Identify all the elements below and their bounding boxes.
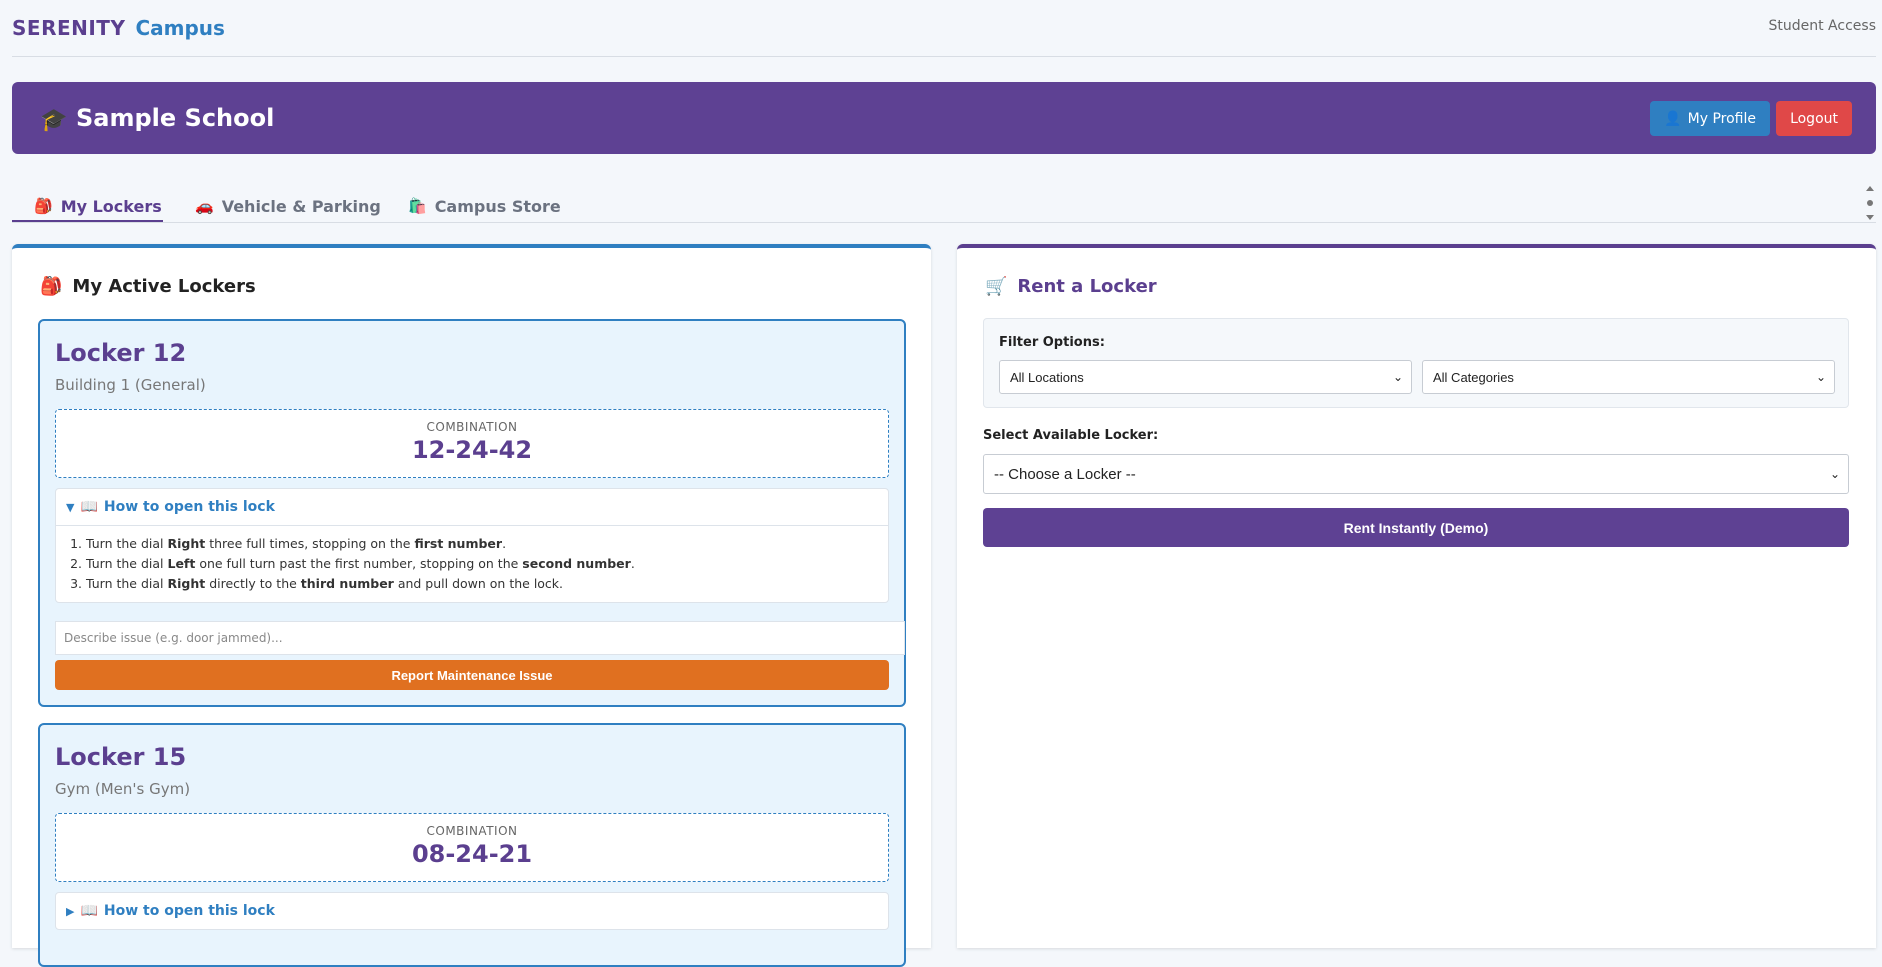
how-to-open-toggle[interactable]: ▶ 📖 How to open this lock bbox=[56, 893, 888, 929]
instruction-step: Turn the dial Left one full turn past th… bbox=[86, 554, 878, 574]
instruction-step: Turn the dial Right three full times, st… bbox=[86, 534, 878, 554]
how-to-open-details: ▶ 📖 How to open this lock bbox=[55, 892, 889, 930]
location-filter-value: All Locations bbox=[1010, 369, 1084, 385]
student-access-label: Student Access bbox=[1768, 18, 1877, 34]
locker-location: Gym (Men's Gym) bbox=[55, 780, 191, 798]
active-lockers-panel: 🎒 My Active Lockers Locker 12 Building 1… bbox=[12, 244, 931, 967]
my-profile-button[interactable]: 👤 My Profile bbox=[1650, 101, 1770, 136]
locker-location: Building 1 (General) bbox=[55, 376, 206, 394]
rent-instantly-button[interactable]: Rent Instantly (Demo) bbox=[983, 508, 1849, 547]
how-to-open-toggle[interactable]: ▼ 📖 How to open this lock bbox=[56, 489, 888, 525]
combination-box: COMBINATION 08-24-21 bbox=[55, 813, 889, 882]
combination-label: COMBINATION bbox=[426, 824, 518, 838]
tab-scroll-icon[interactable] bbox=[1864, 184, 1876, 222]
tab-my-lockers[interactable]: 🎒 My Lockers bbox=[34, 192, 162, 220]
tab-label: Vehicle & Parking bbox=[221, 196, 381, 216]
my-profile-label: My Profile bbox=[1687, 110, 1756, 127]
combination-value: 08-24-21 bbox=[411, 840, 533, 868]
rent-locker-panel: 🛒 Rent a Locker Filter Options: All Loca… bbox=[957, 244, 1876, 948]
chevron-down-icon: ⌄ bbox=[1815, 370, 1826, 384]
brand-subname: Campus bbox=[135, 16, 225, 40]
instruction-list: Turn the dial Right three full times, st… bbox=[56, 525, 888, 602]
issue-description-input[interactable] bbox=[55, 621, 905, 655]
shopping-bag-icon: 🛍️ bbox=[408, 197, 427, 215]
how-to-open-label: How to open this lock bbox=[103, 499, 275, 515]
chevron-right-icon: ▶ bbox=[66, 904, 75, 918]
available-locker-value: -- Choose a Locker -- bbox=[994, 465, 1136, 483]
backpack-icon: 🎒 bbox=[34, 197, 53, 215]
available-locker-select[interactable]: -- Choose a Locker -- ⌄ bbox=[983, 454, 1849, 494]
combination-box: COMBINATION 12-24-42 bbox=[55, 409, 889, 478]
filter-options-label: Filter Options: bbox=[999, 335, 1105, 350]
tab-bar: 🎒 My Lockers 🚗 Vehicle & Parking 🛍️ Camp… bbox=[12, 184, 1876, 223]
locker-card: Locker 15 Gym (Men's Gym) COMBINATION 08… bbox=[38, 723, 906, 967]
panel-title-text: My Active Lockers bbox=[72, 276, 256, 297]
how-to-open-details: ▼ 📖 How to open this lock Turn the dial … bbox=[55, 488, 889, 603]
car-icon: 🚗 bbox=[195, 197, 214, 215]
top-bar: SERENITY Campus Student Access bbox=[12, 0, 1876, 57]
filter-options-box: Filter Options: All Locations ⌄ All Cate… bbox=[983, 318, 1849, 408]
panel-title-text: Rent a Locker bbox=[1017, 276, 1157, 297]
tab-label: My Lockers bbox=[60, 196, 162, 216]
panel-title: 🛒 Rent a Locker bbox=[985, 276, 1157, 297]
locker-title: Locker 12 bbox=[55, 339, 187, 367]
active-tab-indicator bbox=[12, 220, 163, 222]
select-locker-label: Select Available Locker: bbox=[983, 428, 1159, 443]
brand-name: SERENITY bbox=[12, 16, 126, 40]
graduation-cap-icon: 🎓 bbox=[40, 108, 68, 133]
tab-label: Campus Store bbox=[434, 196, 561, 216]
locker-card: Locker 12 Building 1 (General) COMBINATI… bbox=[38, 319, 906, 707]
book-icon: 📖 bbox=[80, 903, 98, 919]
report-maintenance-button[interactable]: Report Maintenance Issue bbox=[55, 660, 889, 690]
chevron-down-icon: ▼ bbox=[66, 500, 75, 514]
location-filter-select[interactable]: All Locations ⌄ bbox=[999, 360, 1412, 394]
logout-button[interactable]: Logout bbox=[1776, 101, 1852, 136]
how-to-open-label: How to open this lock bbox=[103, 903, 275, 919]
combination-value: 12-24-42 bbox=[411, 436, 533, 464]
chevron-down-icon: ⌄ bbox=[1392, 370, 1403, 384]
tab-vehicle-parking[interactable]: 🚗 Vehicle & Parking bbox=[195, 192, 381, 220]
shopping-cart-icon: 🛒 bbox=[985, 276, 1008, 297]
book-icon: 📖 bbox=[80, 499, 98, 515]
school-name: Sample School bbox=[76, 104, 275, 132]
chevron-down-icon: ⌄ bbox=[1829, 467, 1840, 481]
tab-campus-store[interactable]: 🛍️ Campus Store bbox=[408, 192, 561, 220]
user-icon: 👤 bbox=[1664, 110, 1682, 127]
school-header: 🎓 Sample School 👤 My Profile Logout bbox=[12, 82, 1876, 154]
instruction-step: Turn the dial Right directly to the thir… bbox=[86, 574, 878, 594]
backpack-icon: 🎒 bbox=[40, 276, 63, 297]
category-filter-value: All Categories bbox=[1433, 369, 1514, 385]
combination-label: COMBINATION bbox=[426, 420, 518, 434]
brand-logo[interactable]: SERENITY Campus bbox=[12, 16, 225, 40]
category-filter-select[interactable]: All Categories ⌄ bbox=[1422, 360, 1835, 394]
panel-title: 🎒 My Active Lockers bbox=[40, 276, 256, 297]
locker-title: Locker 15 bbox=[55, 743, 187, 771]
